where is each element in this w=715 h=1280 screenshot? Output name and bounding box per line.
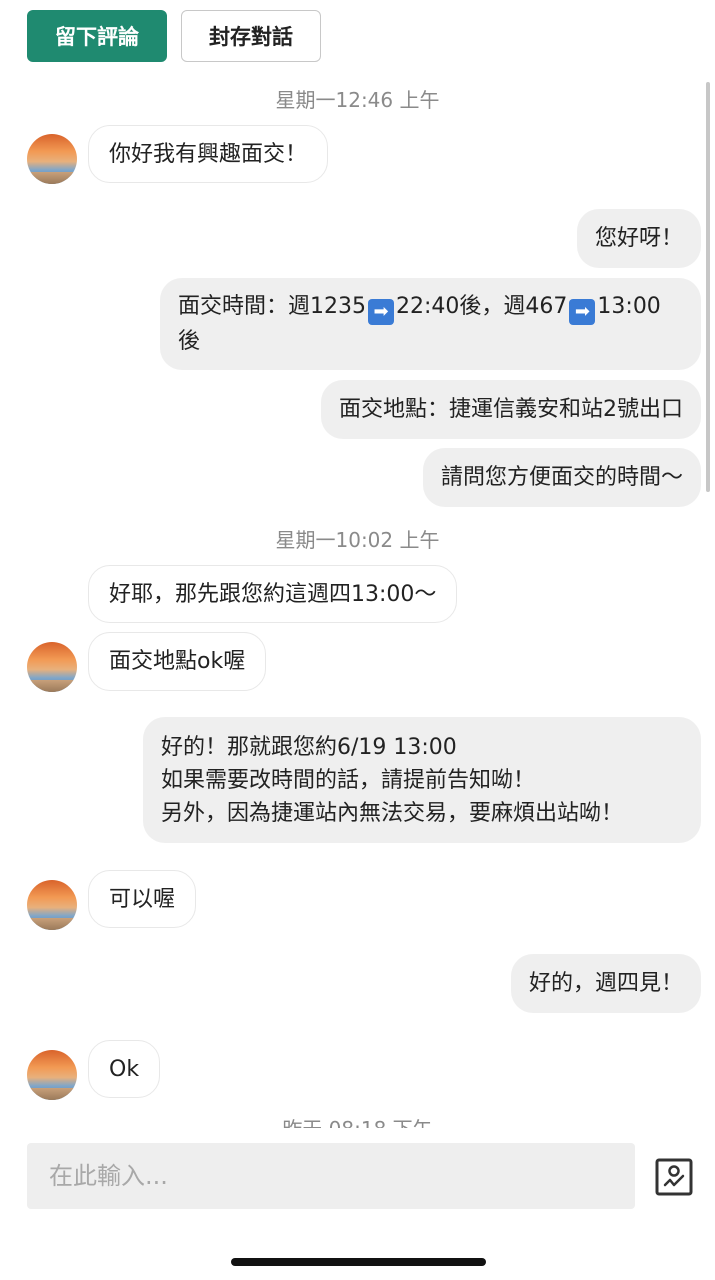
- incoming-message: 你好我有興趣面交！: [88, 125, 329, 183]
- avatar[interactable]: [27, 1050, 77, 1100]
- timestamp: 星期一12:46 上午: [275, 88, 440, 112]
- outgoing-message: 面交地點：捷運信義安和站2號出口: [321, 380, 701, 439]
- outgoing-message: 面交時間：週1235 ➡ 22:40後，週467 ➡ 13:00 後: [160, 278, 701, 370]
- outgoing-message: 好的！那就跟您約6/19 13:00 如果需要改時間的話，請提前告知呦！ 另外，…: [143, 717, 701, 843]
- outgoing-message: 請問您方便面交的時間～: [422, 448, 701, 507]
- incoming-message: 可以喔: [88, 870, 197, 928]
- incoming-message: 好耶，那先跟您約這週四13:00～: [88, 565, 458, 623]
- chat-thread[interactable]: 星期一12:46 上午 你好我有興趣面交！ 您好呀！ 面交時間：週1235 ➡ 22…: [0, 72, 715, 1128]
- incoming-message: 面交地點ok喔: [88, 632, 267, 691]
- avatar[interactable]: [27, 134, 77, 184]
- message-line: 面交時間：週1235 ➡ 22:40後，週467 ➡ 13:00: [178, 290, 661, 325]
- home-indicator: [231, 1258, 486, 1266]
- message-line: 好的！那就跟您約6/19 13:00: [161, 734, 457, 760]
- message-composer: [0, 1128, 715, 1280]
- message-line: 後: [178, 329, 201, 354]
- timestamp: 昨天 08:18 下午: [0, 1113, 715, 1128]
- avatar[interactable]: [27, 642, 77, 692]
- arrow-right-icon: ➡: [569, 299, 596, 325]
- top-action-bar: 留下評論 封存對話: [0, 0, 715, 72]
- timestamp: 星期一10:02 上午: [275, 528, 440, 552]
- message-line: 如果需要改時間的話，請提前告知呦！: [161, 767, 536, 793]
- message-line: 另外，因為捷運站內無法交易，要麻煩出站呦！: [161, 800, 624, 826]
- image-upload-icon[interactable]: [655, 1158, 693, 1196]
- outgoing-message: 好的，週四見！: [510, 954, 701, 1013]
- leave-review-button[interactable]: 留下評論: [27, 10, 167, 62]
- arrow-right-icon: ➡: [368, 299, 394, 325]
- message-input[interactable]: [27, 1143, 635, 1209]
- incoming-message: Ok: [88, 1040, 161, 1098]
- archive-conversation-button[interactable]: 封存對話: [181, 10, 321, 62]
- avatar[interactable]: [27, 880, 77, 930]
- outgoing-message: 您好呀！: [576, 209, 701, 268]
- scrollbar[interactable]: [706, 82, 710, 492]
